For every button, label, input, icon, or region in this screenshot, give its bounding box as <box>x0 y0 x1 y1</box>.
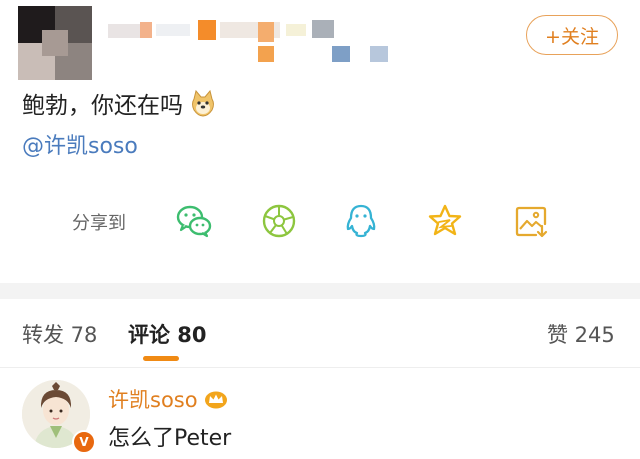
commenter-name-row: 许凯soso <box>108 384 228 414</box>
weibo-post: +关注 鲍勃，你还在吗 @许凯soso 分享到 <box>0 0 640 283</box>
interaction-tabs: 转发 78 评论 80 赞 245 <box>0 299 640 368</box>
follow-button[interactable]: +关注 <box>526 15 618 55</box>
section-divider <box>0 283 640 299</box>
post-text: 鲍勃，你还在吗 <box>22 93 183 119</box>
wechat-icon[interactable] <box>175 202 213 240</box>
verified-badge-label: V <box>79 435 89 449</box>
qq-icon[interactable] <box>342 202 380 240</box>
qzone-star-icon[interactable] <box>426 202 464 240</box>
crown-icon <box>204 391 227 409</box>
save-image-icon[interactable] <box>512 202 550 240</box>
commenter-name[interactable]: 许凯soso <box>108 384 198 414</box>
comment-text: 怎么了Peter <box>108 426 232 451</box>
comment-item: V 许凯soso 怎么了Peter <box>0 368 640 459</box>
active-tab-indicator <box>143 356 179 361</box>
moments-icon[interactable] <box>260 202 298 240</box>
poster-avatar-pixelated[interactable] <box>18 6 92 80</box>
post-content: 鲍勃，你还在吗 <box>22 86 217 120</box>
verified-badge-icon: V <box>72 430 96 454</box>
poster-name-blurred <box>108 14 408 66</box>
tab-repost[interactable]: 转发 78 <box>22 319 97 349</box>
follow-label: +关注 <box>545 25 599 48</box>
mention-link[interactable]: @许凯soso <box>22 128 138 160</box>
doge-emoji-icon <box>192 89 214 117</box>
share-label: 分享到 <box>72 213 126 234</box>
tab-comments[interactable]: 评论 80 <box>128 319 207 349</box>
tab-likes[interactable]: 赞 245 <box>547 319 615 349</box>
